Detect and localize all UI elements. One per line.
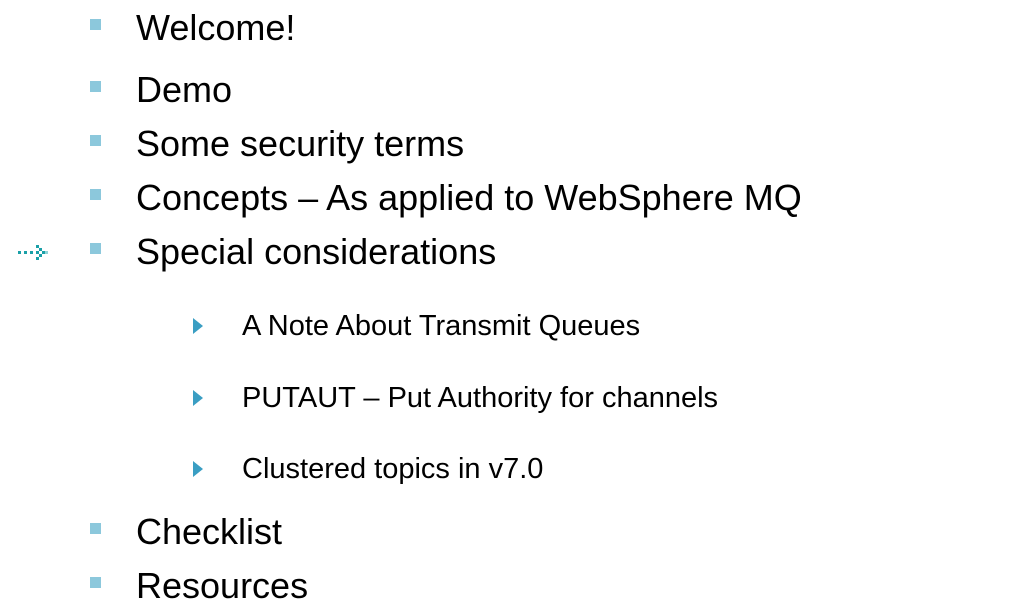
agenda-item-label: Welcome! bbox=[136, 7, 296, 48]
arrow-pointer-icon bbox=[18, 243, 78, 261]
agenda-item-label: Some security terms bbox=[136, 123, 465, 164]
agenda-item-checklist: Checklist bbox=[90, 511, 283, 552]
square-bullet-icon bbox=[90, 189, 101, 200]
square-bullet-icon bbox=[90, 19, 101, 30]
agenda-subitem-transmit-queues: A Note About Transmit Queues bbox=[193, 310, 641, 342]
triangle-bullet-icon bbox=[193, 461, 203, 477]
triangle-bullet-icon bbox=[193, 390, 203, 406]
agenda-subitem-label: Clustered topics in v7.0 bbox=[242, 453, 544, 485]
square-bullet-icon bbox=[90, 81, 101, 92]
agenda-item-label: Special considerations bbox=[136, 231, 497, 272]
square-bullet-icon bbox=[90, 523, 101, 534]
agenda-item-label: Resources bbox=[136, 565, 309, 606]
square-bullet-icon bbox=[90, 135, 101, 146]
agenda-item-label: Checklist bbox=[136, 511, 283, 552]
square-bullet-icon bbox=[90, 577, 101, 588]
agenda-subitem-label: PUTAUT – Put Authority for channels bbox=[242, 382, 719, 414]
agenda-item-security-terms: Some security terms bbox=[90, 123, 465, 164]
agenda-item-special-considerations: Special considerations bbox=[90, 231, 497, 272]
agenda-item-label: Concepts – As applied to WebSphere MQ bbox=[136, 177, 802, 218]
agenda-list: Welcome! Demo Some security terms Concep… bbox=[0, 0, 1030, 610]
agenda-subitem-putaut: PUTAUT – Put Authority for channels bbox=[193, 382, 719, 414]
square-bullet-icon bbox=[90, 243, 101, 254]
agenda-item-demo: Demo bbox=[90, 69, 233, 110]
triangle-bullet-icon bbox=[193, 318, 203, 334]
agenda-item-resources: Resources bbox=[90, 565, 309, 606]
agenda-item-welcome: Welcome! bbox=[90, 7, 296, 48]
agenda-subitem-label: A Note About Transmit Queues bbox=[242, 310, 641, 342]
agenda-subitem-clustered-topics: Clustered topics in v7.0 bbox=[193, 453, 544, 485]
agenda-item-label: Demo bbox=[136, 69, 233, 110]
agenda-item-concepts: Concepts – As applied to WebSphere MQ bbox=[90, 177, 802, 218]
